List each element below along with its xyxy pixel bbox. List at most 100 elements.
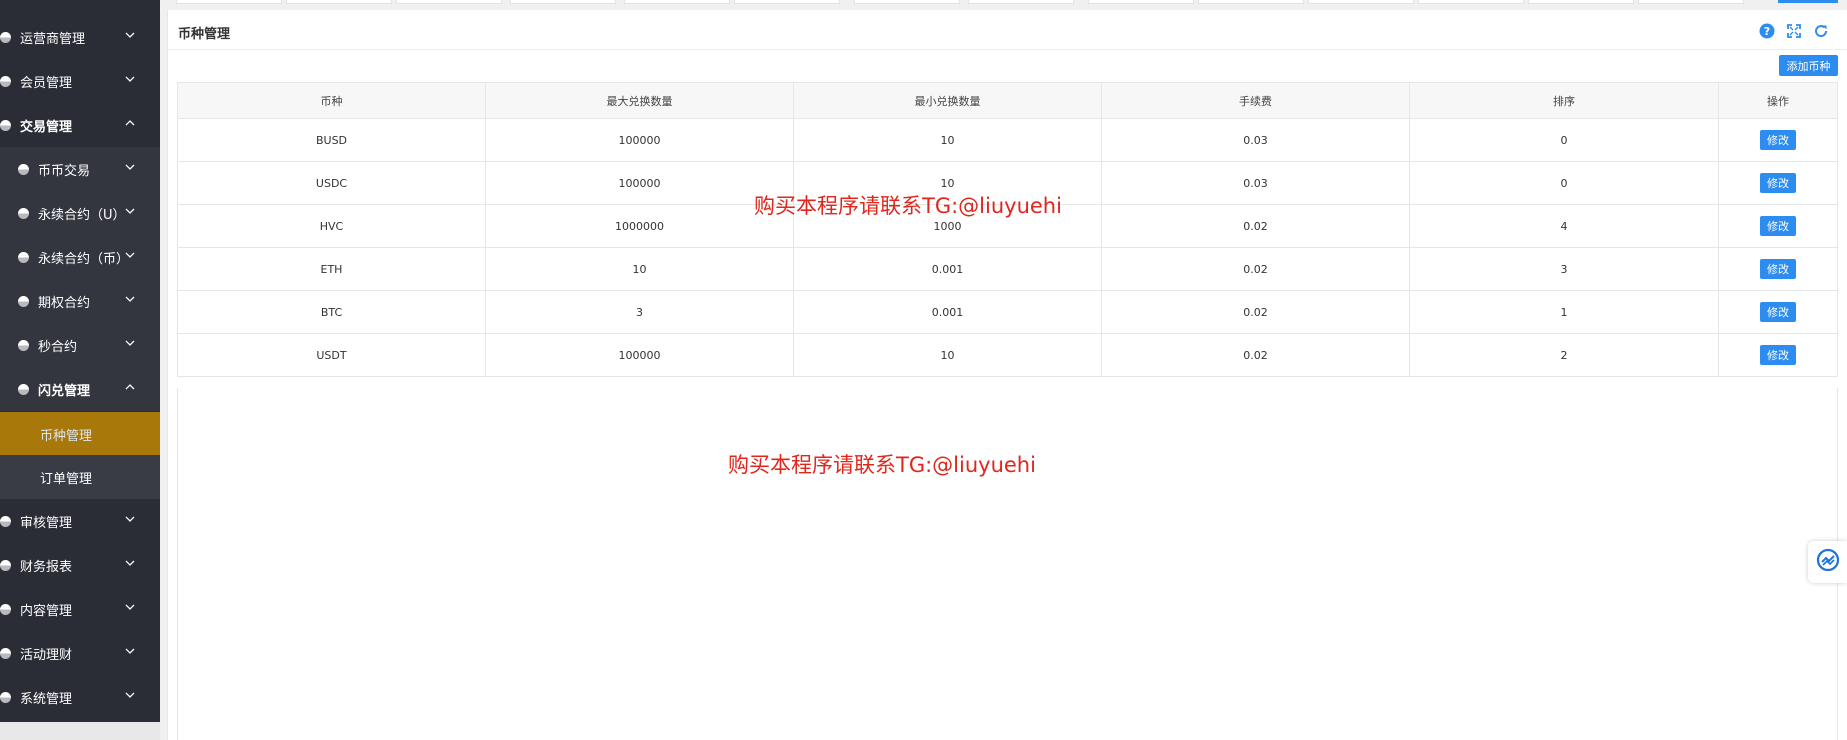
column-header-fee[interactable]: 手续费 <box>1101 82 1410 119</box>
sidebar-item-activity[interactable]: 活动理财 <box>0 631 160 675</box>
cell-currency: ETH <box>177 247 486 291</box>
sidebar-item-label: 会员管理 <box>20 75 73 91</box>
circle-icon <box>0 119 11 131</box>
chevron-down-icon <box>125 558 135 568</box>
chevron-down-icon <box>125 602 135 612</box>
cell-actions: 修改 <box>1718 247 1838 291</box>
cell-sort: 1 <box>1409 290 1719 334</box>
circle-icon <box>0 603 11 615</box>
tab-active[interactable] <box>1778 0 1838 3</box>
circle-icon <box>0 647 11 659</box>
tab[interactable] <box>1308 0 1414 4</box>
chevron-down-icon <box>125 206 135 216</box>
watermark-text: 购买本程序请联系TG:@liuyuehi <box>754 194 1062 218</box>
sidebar-item-label: 币币交易 <box>38 163 91 179</box>
circle-icon <box>0 31 11 43</box>
edit-button[interactable]: 修改 <box>1760 302 1796 322</box>
tab[interactable] <box>624 0 730 4</box>
tab[interactable] <box>176 0 282 4</box>
cell-max-amount: 100000 <box>485 118 794 162</box>
circle-icon <box>18 163 29 175</box>
tab[interactable] <box>1418 0 1524 4</box>
sidebar-item-system[interactable]: 系统管理 <box>0 675 160 719</box>
tab[interactable] <box>968 0 1074 4</box>
circle-icon <box>0 515 11 527</box>
table-row: USDT 100000 10 0.02 2 修改 <box>177 333 1838 377</box>
cell-currency: BTC <box>177 290 486 334</box>
refresh-icon[interactable] <box>1812 22 1830 40</box>
sidebar-item-operator[interactable]: 运营商管理 <box>0 15 160 59</box>
sidebar-item-currency-management[interactable]: 币种管理 <box>0 412 160 456</box>
sidebar-item-finance[interactable]: 财务报表 <box>0 543 160 587</box>
chevron-up-icon <box>125 382 135 392</box>
page-title: 币种管理 <box>178 27 231 42</box>
circle-icon <box>18 207 29 219</box>
edit-button[interactable]: 修改 <box>1760 345 1796 365</box>
sidebar-item-audit[interactable]: 审核管理 <box>0 499 160 543</box>
sidebar-item-members[interactable]: 会员管理 <box>0 59 160 103</box>
sidebar-item-flash-swap[interactable]: 闪兑管理 <box>0 367 160 411</box>
tab[interactable] <box>1088 0 1194 4</box>
column-header-actions: 操作 <box>1718 82 1838 119</box>
chevron-down-icon <box>125 646 135 656</box>
sidebar-item-label: 秒合约 <box>38 339 78 355</box>
tab[interactable] <box>1638 0 1744 4</box>
sidebar-item-options[interactable]: 期权合约 <box>0 279 160 323</box>
circle-icon <box>0 691 11 703</box>
cell-min-amount: 0.001 <box>793 290 1102 334</box>
sidebar-item-label: 闪兑管理 <box>38 383 91 399</box>
sidebar: 运营商管理 会员管理 交易管理 币币交易 永续合约（U） 永续合约（币） 期权合… <box>0 0 160 722</box>
cell-sort: 0 <box>1409 118 1719 162</box>
cell-fee: 0.03 <box>1101 161 1410 205</box>
cell-max-amount: 1000000 <box>485 204 794 248</box>
fullscreen-icon[interactable] <box>1785 22 1803 40</box>
column-header-sort[interactable]: 排序 <box>1409 82 1719 119</box>
sidebar-item-label: 交易管理 <box>20 119 73 135</box>
column-header-min-amount[interactable]: 最小兑换数量 <box>793 82 1102 119</box>
chevron-down-icon <box>125 338 135 348</box>
cell-currency: USDC <box>177 161 486 205</box>
cell-fee: 0.03 <box>1101 118 1410 162</box>
sidebar-item-label: 币种管理 <box>40 428 93 444</box>
cell-actions: 修改 <box>1718 333 1838 377</box>
cell-max-amount: 100000 <box>485 333 794 377</box>
column-header-max-amount[interactable]: 最大兑换数量 <box>485 82 794 119</box>
main-panel: 币种管理 ? 添加币种 币种 最大兑换数量 最小兑换数量 手续费 排序 操作 B… <box>167 10 1847 740</box>
panel-header: 币种管理 ? <box>168 10 1847 50</box>
chevron-down-icon <box>125 294 135 304</box>
tab-strip <box>160 0 1847 8</box>
cell-min-amount: 10 <box>793 118 1102 162</box>
edit-button[interactable]: 修改 <box>1760 130 1796 150</box>
cell-sort: 3 <box>1409 247 1719 291</box>
tab[interactable] <box>734 0 840 4</box>
sidebar-item-perp-u[interactable]: 永续合约（U） <box>0 191 160 235</box>
sidebar-item-spot[interactable]: 币币交易 <box>0 147 160 191</box>
sidebar-item-label: 永续合约（U） <box>38 207 126 223</box>
help-icon[interactable]: ? <box>1758 22 1776 40</box>
cell-actions: 修改 <box>1718 161 1838 205</box>
sidebar-item-content[interactable]: 内容管理 <box>0 587 160 631</box>
support-icon <box>1816 548 1840 576</box>
sidebar-item-perp-coin[interactable]: 永续合约（币） <box>0 235 160 279</box>
add-currency-button[interactable]: 添加币种 <box>1779 55 1838 76</box>
table-header-row: 币种 最大兑换数量 最小兑换数量 手续费 排序 操作 <box>177 82 1838 119</box>
sidebar-item-trading[interactable]: 交易管理 <box>0 103 160 147</box>
cell-sort: 2 <box>1409 333 1719 377</box>
tab[interactable] <box>396 0 502 4</box>
column-header-currency[interactable]: 币种 <box>177 82 486 119</box>
tab[interactable] <box>286 0 392 4</box>
edit-button[interactable]: 修改 <box>1760 216 1796 236</box>
tab[interactable] <box>510 0 616 4</box>
edit-button[interactable]: 修改 <box>1760 173 1796 193</box>
sidebar-item-seconds[interactable]: 秒合约 <box>0 323 160 367</box>
cell-max-amount: 100000 <box>485 161 794 205</box>
tab[interactable] <box>854 0 960 4</box>
sidebar-item-orders[interactable]: 订单管理 <box>0 455 160 499</box>
divider <box>177 388 178 740</box>
edit-button[interactable]: 修改 <box>1760 259 1796 279</box>
support-widget[interactable] <box>1808 541 1847 583</box>
cell-actions: 修改 <box>1718 204 1838 248</box>
tab[interactable] <box>1198 0 1304 4</box>
tab[interactable] <box>1528 0 1634 4</box>
cell-actions: 修改 <box>1718 290 1838 334</box>
